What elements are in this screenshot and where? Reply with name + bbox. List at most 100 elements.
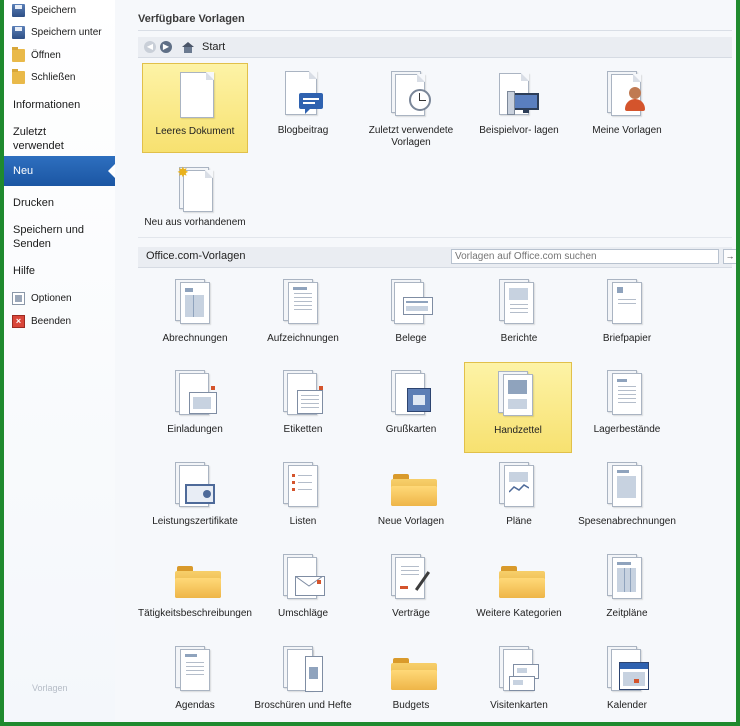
template-einladungen[interactable]: Einladungen xyxy=(142,362,248,452)
blog-post-icon xyxy=(283,71,323,121)
template-taetigkeitsbeschreibungen[interactable]: Tätigkeitsbeschreibungen xyxy=(138,546,252,636)
template-label: Weitere Kategorien xyxy=(476,608,562,619)
reports-icon xyxy=(499,279,539,329)
template-listen[interactable]: Listen xyxy=(250,454,356,544)
recent-templates-icon xyxy=(391,71,431,121)
forward-button[interactable]: ▶ xyxy=(160,41,172,53)
stationery-icon xyxy=(607,279,647,329)
sidebar-item-label: Optionen xyxy=(31,292,72,304)
folder-icon xyxy=(175,554,221,604)
options-icon xyxy=(12,291,25,305)
template-label: Meine Vorlagen xyxy=(592,125,662,136)
template-blogbeitrag[interactable]: Blogbeitrag xyxy=(250,63,356,153)
back-button[interactable]: ◀ xyxy=(144,41,156,53)
contracts-icon xyxy=(391,554,431,604)
breadcrumb[interactable]: Start xyxy=(202,41,225,53)
labels-icon xyxy=(283,370,323,420)
template-neue-vorlagen[interactable]: Neue Vorlagen xyxy=(358,454,464,544)
template-meine-vorlagen[interactable]: Meine Vorlagen xyxy=(574,63,680,153)
greeting-cards-icon xyxy=(391,370,431,420)
sidebar-item-label: Speichern unter xyxy=(31,26,102,38)
template-weitere-kategorien[interactable]: Weitere Kategorien xyxy=(466,546,572,636)
template-label: Tätigkeitsbeschreibungen xyxy=(138,608,252,619)
save-icon xyxy=(12,3,25,17)
search-go-button[interactable]: → xyxy=(723,249,736,264)
template-budgets[interactable]: Budgets xyxy=(358,638,464,722)
template-label: Beispielvor- lagen xyxy=(479,125,559,136)
sidebar-item-oeffnen[interactable]: Öffnen xyxy=(12,46,61,64)
template-etiketten[interactable]: Etiketten xyxy=(250,362,356,452)
sidebar-item-speichern[interactable]: Speichern xyxy=(12,1,76,19)
sidebar-item-optionen[interactable]: Optionen xyxy=(12,289,72,307)
records-icon xyxy=(283,279,323,329)
template-grusskarten[interactable]: Grußkarten xyxy=(358,362,464,452)
template-label: Kalender xyxy=(606,700,648,711)
sidebar-item-speichern-unter[interactable]: Speichern unter xyxy=(12,23,102,41)
template-label: Briefpapier xyxy=(602,333,652,344)
template-zuletzt-verwendete[interactable]: Zuletzt verwendete Vorlagen xyxy=(358,63,464,153)
template-briefpapier[interactable]: Briefpapier xyxy=(574,271,680,361)
sidebar-footer: Vorlagen xyxy=(32,683,68,693)
template-label: Belege xyxy=(395,333,427,344)
invoice-icon xyxy=(175,279,215,329)
template-label: Umschläge xyxy=(277,608,329,619)
sidebar-item-schliessen[interactable]: Schließen xyxy=(12,68,75,86)
sidebar-item-informationen[interactable]: Informationen xyxy=(4,98,115,112)
template-handzettel[interactable]: Handzettel xyxy=(464,362,572,453)
template-vertraege[interactable]: Verträge xyxy=(358,546,464,636)
template-spesenabrechnungen[interactable]: Spesenabrechnungen xyxy=(574,454,680,544)
template-visitenkarten[interactable]: Visitenkarten xyxy=(466,638,572,722)
sample-templates-icon xyxy=(499,71,539,121)
template-label: Spesenabrechnungen xyxy=(578,516,676,527)
folder-icon xyxy=(391,646,437,696)
open-folder-icon xyxy=(12,46,25,62)
sidebar-item-neu[interactable]: Neu xyxy=(4,156,116,186)
template-neu-aus-vorhandenem[interactable]: ✸ Neu aus vorhandenem xyxy=(142,155,248,245)
template-label: Listen xyxy=(289,516,317,527)
new-from-existing-icon: ✸ xyxy=(175,163,215,213)
template-label: Lagerbestände xyxy=(593,424,661,435)
template-zeitplaene[interactable]: Zeitpläne xyxy=(574,546,680,636)
office-templates-bar: Office.com-Vorlagen → xyxy=(138,247,736,268)
template-label: Visitenkarten xyxy=(490,700,548,711)
sidebar-item-zuletzt[interactable]: Zuletzt verwendet xyxy=(4,125,94,153)
calendar-icon xyxy=(607,646,649,696)
template-label: Handzettel xyxy=(494,425,542,436)
home-icon[interactable] xyxy=(182,41,194,53)
template-agendas[interactable]: Agendas xyxy=(142,638,248,722)
folder-icon xyxy=(499,554,545,604)
template-label: Agendas xyxy=(175,700,215,711)
my-templates-icon xyxy=(607,71,647,121)
sidebar-item-hilfe[interactable]: Hilfe xyxy=(4,264,115,278)
template-abrechnungen[interactable]: Abrechnungen xyxy=(142,271,248,361)
template-berichte[interactable]: Berichte xyxy=(466,271,572,361)
divider xyxy=(138,237,732,238)
backstage-sidebar: Speichern Speichern unter Öffnen Schließ… xyxy=(4,0,116,722)
template-label: Abrechnungen xyxy=(162,333,228,344)
template-umschlaege[interactable]: Umschläge xyxy=(250,546,356,636)
template-label: Blogbeitrag xyxy=(277,125,329,136)
blank-document-icon xyxy=(176,72,216,122)
sidebar-item-label: Speichern xyxy=(31,4,77,16)
template-broschueren-hefte[interactable]: Broschüren und Hefte xyxy=(250,638,356,722)
template-lagerbestaende[interactable]: Lagerbestände xyxy=(574,362,680,452)
schedules-icon xyxy=(607,554,647,604)
expense-reports-icon xyxy=(607,462,647,512)
sidebar-item-drucken[interactable]: Drucken xyxy=(4,196,115,210)
template-aufzeichnungen[interactable]: Aufzeichnungen xyxy=(250,271,356,361)
template-belege[interactable]: Belege xyxy=(358,271,464,361)
receipts-icon xyxy=(391,279,433,329)
template-label: Neu aus vorhandenem xyxy=(144,217,246,228)
template-beispielvorlagen[interactable]: Beispielvor- lagen xyxy=(466,63,572,153)
template-kalender[interactable]: Kalender xyxy=(574,638,680,722)
search-input[interactable] xyxy=(451,249,719,264)
template-label: Broschüren und Hefte xyxy=(254,700,352,711)
template-plaene[interactable]: Pläne xyxy=(466,454,572,544)
template-label: Berichte xyxy=(500,333,538,344)
template-label: Aufzeichnungen xyxy=(267,333,339,344)
template-leeres-dokument[interactable]: Leeres Dokument xyxy=(142,63,248,153)
sidebar-item-speichern-senden[interactable]: Speichern und Senden xyxy=(4,223,94,251)
template-leistungszertifikate[interactable]: Leistungszertifikate xyxy=(142,454,248,544)
template-label: Neue Vorlagen xyxy=(377,516,445,527)
sidebar-item-beenden[interactable]: × Beenden xyxy=(12,312,71,330)
